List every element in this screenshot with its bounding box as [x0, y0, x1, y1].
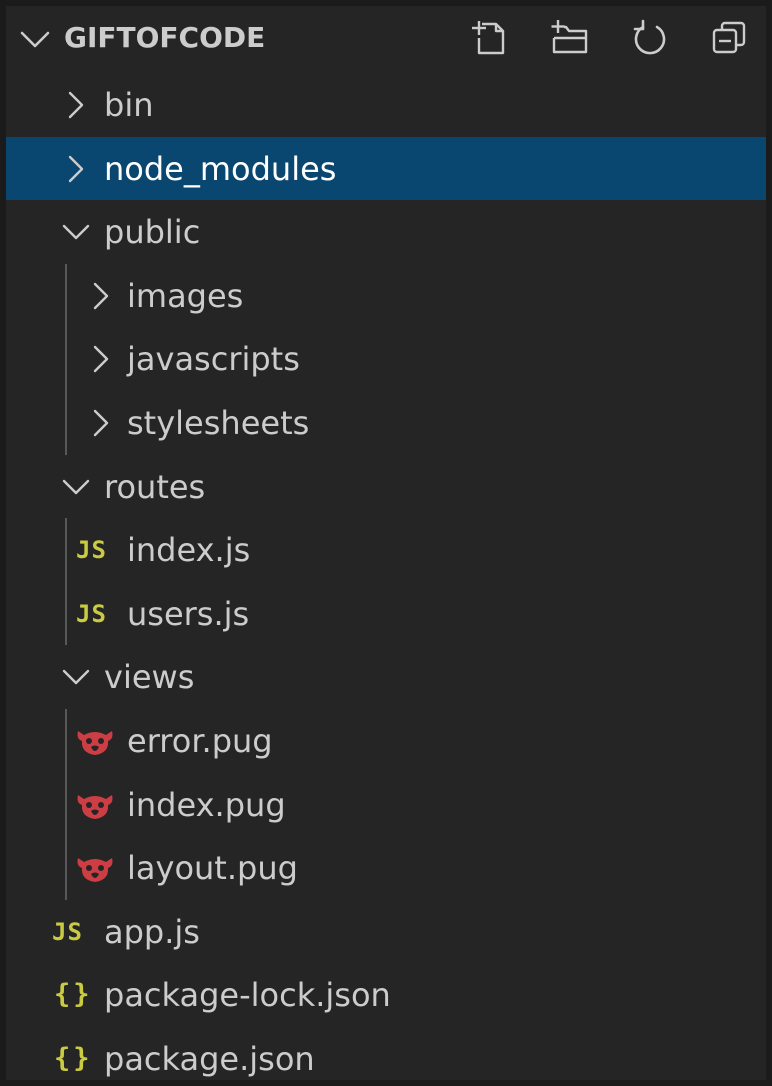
tree-item-label: public: [104, 213, 201, 252]
js-file-icon: JS: [76, 536, 107, 565]
tree-item-label: javascripts: [127, 340, 300, 379]
tree-item-label: stylesheets: [127, 403, 310, 442]
file-item[interactable]: {} package-lock.json: [6, 963, 766, 1027]
file-item[interactable]: JS app.js: [6, 900, 766, 964]
refresh-icon: [633, 19, 666, 55]
tree-item-label: layout.pug: [127, 849, 298, 888]
chevron-down-icon[interactable]: [61, 217, 91, 247]
chevron-right-icon[interactable]: [61, 154, 91, 184]
tree-item-label: package-lock.json: [104, 976, 391, 1015]
file-item[interactable]: JS index.js: [6, 518, 766, 582]
explorer-panel: GIFTOFCODE bin node_modules public image…: [6, 6, 766, 1080]
tree-item-label: images: [127, 276, 244, 315]
chevron-down-icon[interactable]: [18, 22, 52, 56]
pug-file-icon: [77, 858, 113, 883]
file-tree: bin node_modulespublic images javascripts st…: [6, 73, 766, 1080]
pug-file-icon: [77, 730, 113, 755]
folder-item[interactable]: javascripts: [6, 327, 766, 391]
tree-item-label: package.json: [104, 1039, 315, 1078]
explorer-actions: [466, 14, 756, 62]
file-item[interactable]: index.pug: [6, 773, 766, 837]
new-file-button[interactable]: [466, 14, 514, 62]
new-folder-button[interactable]: [546, 14, 594, 62]
collapse-all-button[interactable]: [706, 14, 754, 62]
file-item[interactable]: layout.pug: [6, 836, 766, 900]
tree-item-label: index.js: [127, 531, 251, 570]
chevron-down-icon[interactable]: [61, 472, 91, 502]
new-folder-icon: [551, 20, 588, 54]
tree-item-label: index.pug: [127, 785, 286, 824]
folder-item[interactable]: node_modules: [6, 136, 766, 201]
indent-guide: [65, 263, 67, 455]
folder-item[interactable]: routes: [6, 455, 766, 519]
js-file-icon: JS: [52, 917, 83, 946]
file-item[interactable]: {} package.json: [6, 1027, 766, 1080]
file-item[interactable]: error.pug: [6, 709, 766, 773]
folder-item[interactable]: bin: [6, 73, 766, 137]
tree-item-label: routes: [104, 467, 206, 506]
chevron-right-icon[interactable]: [86, 344, 116, 374]
refresh-button[interactable]: [626, 14, 674, 62]
json-file-icon: {}: [54, 1042, 93, 1074]
json-file-icon: {}: [54, 979, 93, 1011]
chevron-right-icon[interactable]: [86, 408, 116, 438]
chevron-right-icon[interactable]: [61, 90, 91, 120]
tree-item-label: users.js: [127, 594, 250, 633]
chevron-down-icon[interactable]: [61, 662, 91, 692]
collapse-all-icon: [712, 21, 746, 54]
indent-guide: [65, 709, 67, 900]
chevron-right-icon[interactable]: [86, 281, 116, 311]
tree-item-label: views: [104, 658, 195, 697]
folder-item[interactable]: images: [6, 264, 766, 328]
new-file-icon: [472, 21, 505, 55]
indent-guide: [65, 518, 67, 646]
workspace-title: GIFTOFCODE: [64, 21, 266, 54]
pug-file-icon: [77, 794, 113, 819]
tree-item-label: bin: [104, 86, 154, 124]
tree-item-label: app.js: [104, 912, 200, 951]
folder-item[interactable]: views: [6, 645, 766, 709]
js-file-icon: JS: [76, 599, 107, 628]
folder-item[interactable]: public: [6, 200, 766, 264]
tree-item-label: node_modules: [104, 149, 337, 188]
file-item[interactable]: JS users.js: [6, 582, 766, 646]
tree-item-label: error.pug: [127, 721, 273, 760]
folder-item[interactable]: stylesheets: [6, 391, 766, 455]
explorer-header[interactable]: GIFTOFCODE: [6, 6, 766, 70]
